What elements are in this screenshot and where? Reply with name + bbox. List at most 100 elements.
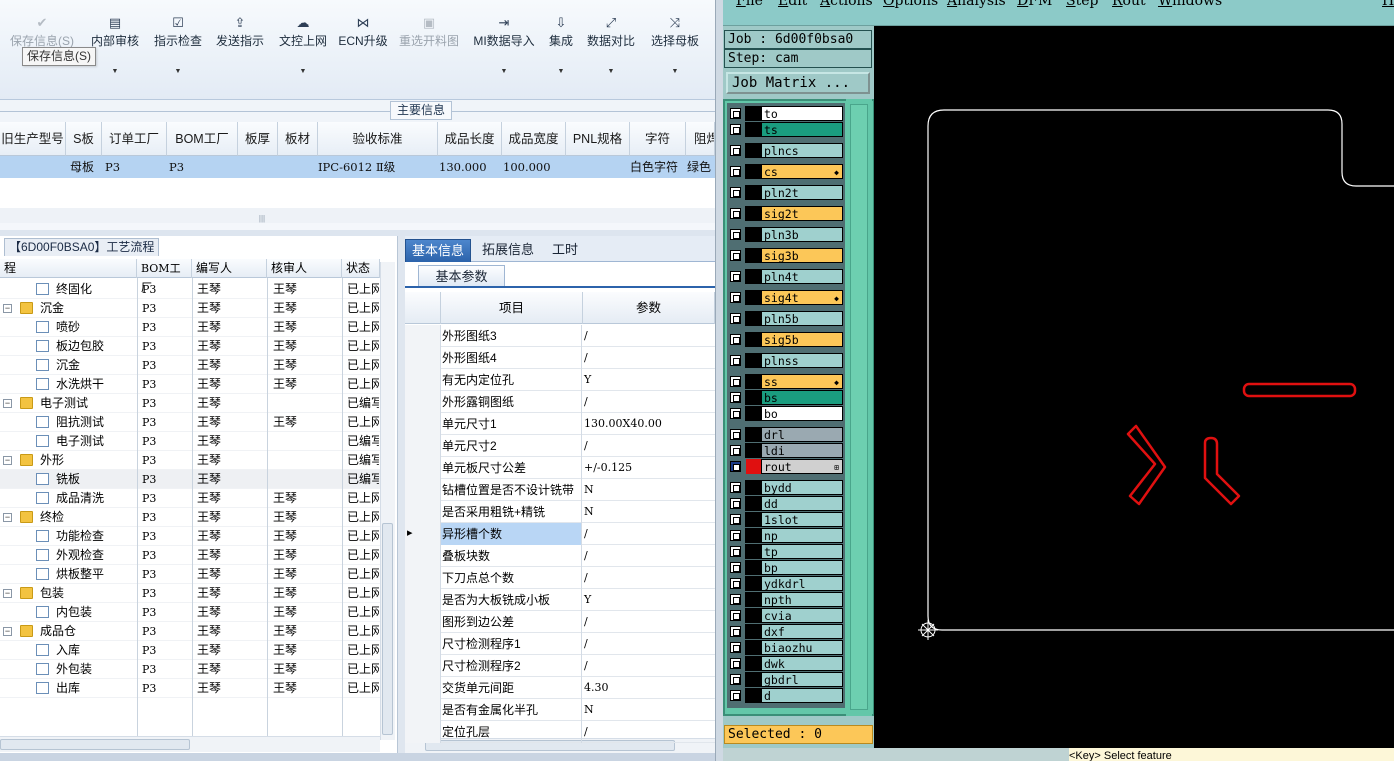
layer-checkbox[interactable] — [730, 610, 741, 621]
layer-row-rout[interactable]: rout ⊞ — [728, 459, 844, 474]
main-info-title[interactable]: 主要信息 — [390, 101, 453, 120]
layer-name[interactable]: sig2t — [761, 206, 843, 221]
cam-menu-edit[interactable]: Edit — [778, 0, 807, 9]
column-header[interactable]: 订单工厂 — [102, 122, 167, 156]
layer-checkbox[interactable] — [730, 376, 741, 387]
layer-checkbox[interactable] — [730, 674, 741, 685]
param-value[interactable]: / — [583, 545, 715, 567]
column-header[interactable]: 程 — [0, 259, 137, 278]
layer-row-cvia[interactable]: cvia — [728, 608, 844, 623]
layer-checkbox[interactable] — [730, 392, 741, 403]
layer-row-cs[interactable]: cs ◆ — [728, 164, 844, 179]
layer-name[interactable]: plnss — [761, 353, 843, 368]
tab-work-hours[interactable]: 工时 — [546, 239, 584, 262]
layer-checkbox[interactable] — [730, 626, 741, 637]
layer-name[interactable]: sig5b — [761, 332, 843, 347]
select-mother-board-button[interactable]: ⤨ 选择母板 ▼ — [646, 14, 704, 84]
layer-checkbox[interactable] — [730, 229, 741, 240]
row-selector[interactable] — [405, 699, 441, 721]
layer-row-dwk[interactable]: dwk — [728, 656, 844, 671]
layer-checkbox[interactable] — [730, 562, 741, 573]
layer-row-pln2t[interactable]: pln2t — [728, 185, 844, 200]
column-header[interactable]: BOM工厂 — [137, 259, 192, 294]
layer-name[interactable]: drl — [761, 427, 843, 442]
layer-name[interactable]: pln5b — [761, 311, 843, 326]
column-header[interactable]: BOM工厂 — [167, 122, 238, 156]
column-header[interactable]: 编写人 — [192, 259, 267, 278]
layer-checkbox[interactable] — [730, 658, 741, 669]
row-selector[interactable] — [405, 589, 441, 611]
column-header[interactable]: 字符 — [630, 122, 686, 156]
reselect-cutting-chart-button[interactable]: ▣ 重选开料图 — [396, 14, 462, 84]
layer-name[interactable]: ts — [761, 122, 843, 137]
layer-name[interactable]: d — [761, 688, 843, 703]
layer-row-ts[interactable]: ts — [728, 122, 844, 137]
layer-checkbox[interactable] — [730, 145, 741, 156]
column-header[interactable]: 项目 — [441, 292, 583, 324]
layer-checkbox[interactable] — [730, 208, 741, 219]
column-header[interactable]: 成品长度 — [438, 122, 502, 156]
layer-name[interactable]: np — [761, 528, 843, 543]
layer-name[interactable]: bp — [761, 560, 843, 575]
layer-checkbox[interactable] — [730, 429, 741, 440]
scrollbar-grip-icon[interactable]: ||| — [256, 214, 268, 223]
layer-name[interactable]: plncs — [761, 143, 843, 158]
cam-menu-dfm[interactable]: DFM — [1017, 0, 1052, 9]
horizontal-scrollbar[interactable] — [0, 208, 715, 223]
layer-checkbox[interactable] — [730, 642, 741, 653]
param-value[interactable]: Y — [583, 369, 715, 391]
layer-name[interactable]: pln2t — [761, 185, 843, 200]
row-selector[interactable] — [405, 435, 441, 457]
layer-checkbox[interactable] — [730, 445, 741, 456]
cam-menu-rout[interactable]: Rout — [1112, 0, 1146, 9]
layer-name[interactable]: ss ◆ — [761, 374, 843, 389]
instruction-check-button[interactable]: ☑ 指示检查 ▼ — [150, 14, 206, 84]
layer-name[interactable]: dxf — [761, 624, 843, 639]
param-value[interactable]: N — [583, 501, 715, 523]
layer-checkbox[interactable] — [730, 408, 741, 419]
tab-extended-info[interactable]: 拓展信息 — [476, 239, 540, 262]
row-selector[interactable] — [405, 567, 441, 589]
layer-row-plncs[interactable]: plncs — [728, 143, 844, 158]
send-instruction-button[interactable]: ⇪ 发送指示 — [212, 14, 268, 84]
layer-row-drl[interactable]: drl — [728, 427, 844, 442]
param-value[interactable]: / — [583, 721, 715, 743]
integrate-button[interactable]: ⇩ 集成 ▼ — [544, 14, 578, 84]
table-cell[interactable]: 白色字符 — [630, 156, 685, 178]
column-header[interactable]: 阻焊 — [686, 122, 715, 156]
layer-checkbox[interactable] — [730, 124, 741, 135]
column-header[interactable]: 参数 — [583, 292, 715, 324]
layer-name[interactable]: dwk — [761, 656, 843, 671]
layer-row-ldi[interactable]: ldi — [728, 443, 844, 458]
collapse-toggle-icon[interactable]: − — [3, 456, 12, 465]
row-selector[interactable] — [405, 545, 441, 567]
collapse-toggle-icon[interactable]: − — [3, 399, 12, 408]
table-cell[interactable]: 100.000 — [503, 156, 565, 178]
layer-name[interactable]: to — [761, 106, 843, 121]
layer-row-ss[interactable]: ss ◆ — [728, 374, 844, 389]
layer-row-pln3b[interactable]: pln3b — [728, 227, 844, 242]
layer-row-np[interactable]: np — [728, 528, 844, 543]
layer-checkbox[interactable] — [730, 292, 741, 303]
layer-row-bs[interactable]: bs — [728, 390, 844, 405]
param-value[interactable]: Y — [583, 589, 715, 611]
column-header[interactable]: 旧生产型号 — [0, 122, 66, 156]
layer-name[interactable]: pln3b — [761, 227, 843, 242]
layer-row-sig3b[interactable]: sig3b — [728, 248, 844, 263]
row-selector[interactable] — [405, 413, 441, 435]
layer-name[interactable]: bydd — [761, 480, 843, 495]
param-value[interactable]: / — [583, 567, 715, 589]
param-value[interactable]: / — [583, 325, 715, 347]
column-header[interactable]: 板厚 — [238, 122, 278, 156]
layer-name[interactable]: 1slot — [761, 512, 843, 527]
layer-checkbox[interactable] — [730, 530, 741, 541]
layer-checkbox[interactable] — [730, 690, 741, 701]
layer-row-bo[interactable]: bo — [728, 406, 844, 421]
layer-checkbox[interactable] — [730, 594, 741, 605]
column-header[interactable]: 成品宽度 — [502, 122, 566, 156]
row-selector[interactable] — [405, 633, 441, 655]
doc-control-online-button[interactable]: ☁ 文控上网 ▼ — [274, 14, 332, 84]
param-value[interactable]: / — [583, 391, 715, 413]
vertical-splitter[interactable] — [398, 236, 405, 761]
layer-checkbox[interactable] — [730, 498, 741, 509]
